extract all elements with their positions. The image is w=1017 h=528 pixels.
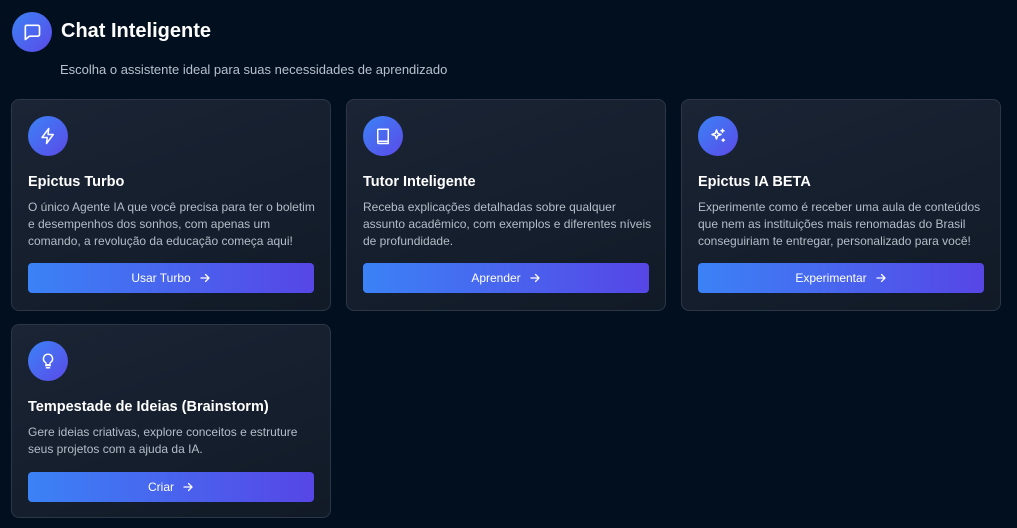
page-subtitle: Escolha o assistente ideal para suas nec… bbox=[60, 62, 448, 77]
card-title: Epictus IA BETA bbox=[698, 174, 811, 190]
card-description: Gere ideias criativas, explore conceitos… bbox=[28, 425, 298, 456]
sparkles-icon bbox=[698, 116, 738, 156]
card-brainstorm: Tempestade de Ideias (Brainstorm) Gere i… bbox=[11, 324, 331, 518]
arrow-right-icon bbox=[182, 481, 194, 493]
arrow-right-icon bbox=[875, 272, 887, 284]
card-title: Tutor Inteligente bbox=[363, 174, 476, 190]
page-header: Chat Inteligente Escolha o assistente id… bbox=[12, 12, 992, 82]
create-button[interactable]: Criar bbox=[28, 472, 314, 502]
card-tutor-inteligente: Tutor Inteligente Receba explicações det… bbox=[346, 99, 666, 311]
page-title: Chat Inteligente bbox=[61, 20, 212, 42]
button-label: Aprender bbox=[471, 271, 521, 285]
card-epictus-turbo: Epictus Turbo O único Agente IA que você… bbox=[11, 99, 331, 311]
book-icon bbox=[363, 116, 403, 156]
use-turbo-button[interactable]: Usar Turbo bbox=[28, 263, 314, 293]
lightbulb-icon bbox=[28, 341, 68, 381]
arrow-right-icon bbox=[529, 272, 541, 284]
button-label: Criar bbox=[148, 480, 174, 494]
card-description: Experimente como é receber uma aula de c… bbox=[698, 200, 981, 248]
lightning-icon bbox=[28, 116, 68, 156]
card-epictus-ia-beta: Epictus IA BETA Experimente como é receb… bbox=[681, 99, 1001, 311]
arrow-right-icon bbox=[199, 272, 211, 284]
experiment-button[interactable]: Experimentar bbox=[698, 263, 984, 293]
button-label: Usar Turbo bbox=[131, 271, 191, 285]
card-description: Receba explicações detalhadas sobre qual… bbox=[363, 200, 652, 248]
button-label: Experimentar bbox=[795, 271, 867, 285]
chat-bubble-icon bbox=[12, 12, 52, 52]
card-title: Tempestade de Ideias (Brainstorm) bbox=[28, 399, 269, 415]
card-title: Epictus Turbo bbox=[28, 174, 125, 190]
learn-button[interactable]: Aprender bbox=[363, 263, 649, 293]
card-description: O único Agente IA que você precisa para … bbox=[28, 200, 315, 248]
